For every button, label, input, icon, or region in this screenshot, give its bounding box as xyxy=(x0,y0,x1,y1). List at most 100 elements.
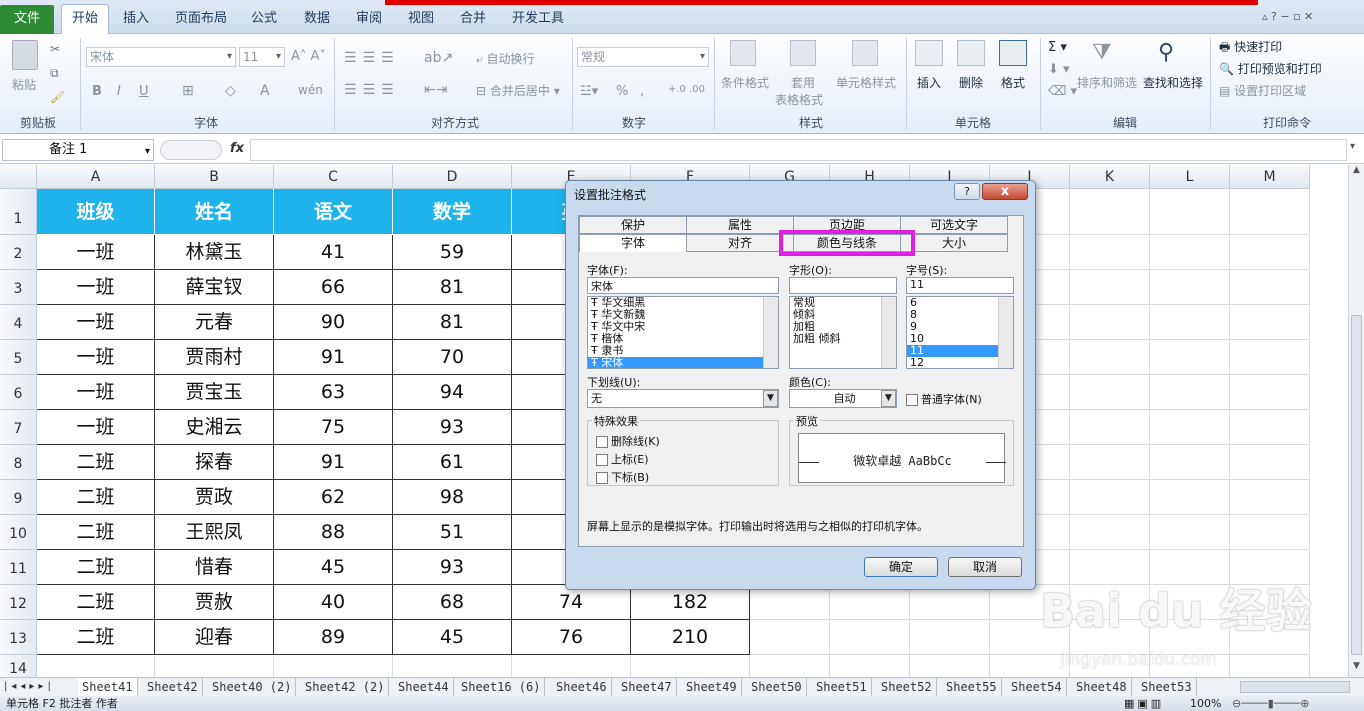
fill-color-icon[interactable]: ◇ xyxy=(225,83,236,99)
grid-cell[interactable] xyxy=(1070,445,1150,480)
sort-filter-icon[interactable]: ⧩ xyxy=(1092,40,1120,66)
border-icon[interactable]: ⊞ xyxy=(182,83,194,99)
row-header[interactable]: 3 xyxy=(0,270,37,305)
grid-cell[interactable] xyxy=(1070,480,1150,515)
sheet-tab[interactable]: Sheet48 xyxy=(1072,678,1132,696)
table-cell[interactable]: 93 xyxy=(393,550,512,585)
tab-formula[interactable]: 公式 xyxy=(244,8,284,30)
dialog-tab[interactable]: 可选文字 xyxy=(900,216,1008,234)
table-cell[interactable]: 59 xyxy=(393,235,512,270)
table-cell[interactable]: 迎春 xyxy=(155,620,274,655)
insert-cells-icon[interactable] xyxy=(915,40,943,66)
horizontal-align-icons[interactable]: ☰☰☰ xyxy=(344,82,400,98)
table-cell[interactable]: 66 xyxy=(274,270,393,305)
delete-cells-label[interactable]: 删除 xyxy=(959,74,983,91)
table-cell[interactable]: 二班 xyxy=(37,620,155,655)
font-name-combo[interactable]: 宋体 xyxy=(86,47,236,67)
grid-cell[interactable] xyxy=(1150,235,1230,270)
grid-cell[interactable] xyxy=(631,655,750,677)
grid-cell[interactable] xyxy=(1230,235,1310,270)
grid-cell[interactable] xyxy=(910,585,990,620)
table-cell[interactable]: 一班 xyxy=(37,340,155,375)
tab-insert[interactable]: 插入 xyxy=(116,8,156,30)
conditional-format-label[interactable]: 条件格式 xyxy=(721,74,769,91)
grid-cell[interactable] xyxy=(1070,375,1150,410)
dialog-tab[interactable]: 大小 xyxy=(900,234,1008,252)
table-cell[interactable]: 70 xyxy=(393,340,512,375)
grid-cell[interactable] xyxy=(750,655,830,677)
format-painter-icon[interactable]: 🖌 xyxy=(50,90,65,104)
font-color-icon[interactable]: A xyxy=(260,83,270,99)
dialog-tab[interactable]: 字体 xyxy=(579,234,687,252)
table-cell[interactable]: 惜春 xyxy=(155,550,274,585)
row-header[interactable]: 4 xyxy=(0,305,37,340)
table-cell[interactable]: 元春 xyxy=(155,305,274,340)
table-cell[interactable]: 88 xyxy=(274,515,393,550)
sheet-tab[interactable]: Sheet47 xyxy=(617,678,677,696)
column-header[interactable]: D xyxy=(393,165,512,189)
tab-review[interactable]: 审阅 xyxy=(349,8,389,30)
table-cell[interactable]: 68 xyxy=(393,585,512,620)
table-cell[interactable]: 一班 xyxy=(37,270,155,305)
grid-cell[interactable] xyxy=(37,655,155,677)
paste-label[interactable]: 粘贴 xyxy=(12,76,36,93)
row-header[interactable]: 9 xyxy=(0,480,37,515)
grid-cell[interactable] xyxy=(1150,375,1230,410)
bold-icon[interactable]: B xyxy=(92,84,102,99)
tab-file[interactable]: 文件 xyxy=(0,5,54,34)
comma-icon[interactable]: , xyxy=(640,84,644,99)
column-header[interactable]: L xyxy=(1150,165,1230,189)
grid-cell[interactable] xyxy=(1070,189,1150,235)
zoom-level[interactable]: 100% xyxy=(1190,696,1221,711)
sort-filter-label[interactable]: 排序和筛选 xyxy=(1077,74,1137,91)
table-header-cell[interactable]: 姓名 xyxy=(155,189,274,235)
grid-cell[interactable] xyxy=(1070,270,1150,305)
cell-style-label[interactable]: 单元格样式 xyxy=(836,74,896,91)
find-select-label[interactable]: 查找和选择 xyxy=(1143,74,1203,91)
table-cell[interactable]: 二班 xyxy=(37,480,155,515)
grid-cell[interactable] xyxy=(1150,189,1230,235)
table-cell[interactable]: 林黛玉 xyxy=(155,235,274,270)
grid-cell[interactable] xyxy=(830,585,910,620)
orientation-icon[interactable]: ab↗ xyxy=(424,50,453,66)
row-header[interactable]: 8 xyxy=(0,445,37,480)
print-preview-button[interactable]: 🔍 打印预览和打印 xyxy=(1219,60,1322,77)
formula-cancel-confirm[interactable] xyxy=(160,140,222,160)
table-cell[interactable]: 二班 xyxy=(37,515,155,550)
sheet-tab[interactable]: Sheet46 xyxy=(552,678,612,696)
underline-dropdown-icon[interactable]: ▼ xyxy=(763,390,778,407)
table-cell[interactable]: 一班 xyxy=(37,235,155,270)
table-cell[interactable]: 74 xyxy=(512,585,631,620)
table-cell[interactable]: 210 xyxy=(631,620,750,655)
grid-cell[interactable] xyxy=(1230,515,1310,550)
grid-cell[interactable] xyxy=(1070,235,1150,270)
table-cell[interactable]: 探春 xyxy=(155,445,274,480)
column-header[interactable]: K xyxy=(1070,165,1150,189)
font-list[interactable]: Ŧ 华文细黑 Ŧ 华文新魏 Ŧ 华文中宋 Ŧ 楷体 Ŧ 隶书 Ŧ 宋体 xyxy=(587,296,779,369)
cancel-button[interactable]: 取消 xyxy=(948,557,1022,577)
sheet-tab[interactable]: Sheet50 xyxy=(747,678,807,696)
dialog-tab[interactable]: 属性 xyxy=(686,216,794,234)
grid-cell[interactable] xyxy=(1070,410,1150,445)
table-format-label1[interactable]: 套用 xyxy=(791,74,815,91)
table-cell[interactable]: 贾赦 xyxy=(155,585,274,620)
table-cell[interactable]: 一班 xyxy=(37,305,155,340)
zoom-slider[interactable]: ⊖────▮────⊕ xyxy=(1232,696,1309,711)
window-controls[interactable]: ▵ ? − ▫ ✕ xyxy=(1262,10,1313,23)
row-header[interactable]: 13 xyxy=(0,620,37,655)
find-select-icon[interactable]: ⚲ xyxy=(1158,40,1186,66)
row-header[interactable]: 6 xyxy=(0,375,37,410)
number-format-combo[interactable]: 常规 xyxy=(577,47,709,67)
tab-data[interactable]: 数据 xyxy=(297,8,337,30)
sheet-tab[interactable]: Sheet42 (2) xyxy=(301,678,390,696)
sheet-nav-arrows[interactable]: |◂◂▸▸| xyxy=(4,678,55,696)
column-header[interactable]: M xyxy=(1230,165,1310,189)
sheet-tab[interactable]: Sheet40 (2) xyxy=(208,678,297,696)
table-cell[interactable]: 61 xyxy=(393,445,512,480)
grid-cell[interactable] xyxy=(830,655,910,677)
size-input[interactable]: 11 xyxy=(906,277,1014,294)
copy-icon[interactable]: ⧉ xyxy=(50,66,59,81)
table-cell[interactable]: 一班 xyxy=(37,375,155,410)
table-cell[interactable]: 81 xyxy=(393,270,512,305)
sheet-tab[interactable]: Sheet44 xyxy=(394,678,454,696)
